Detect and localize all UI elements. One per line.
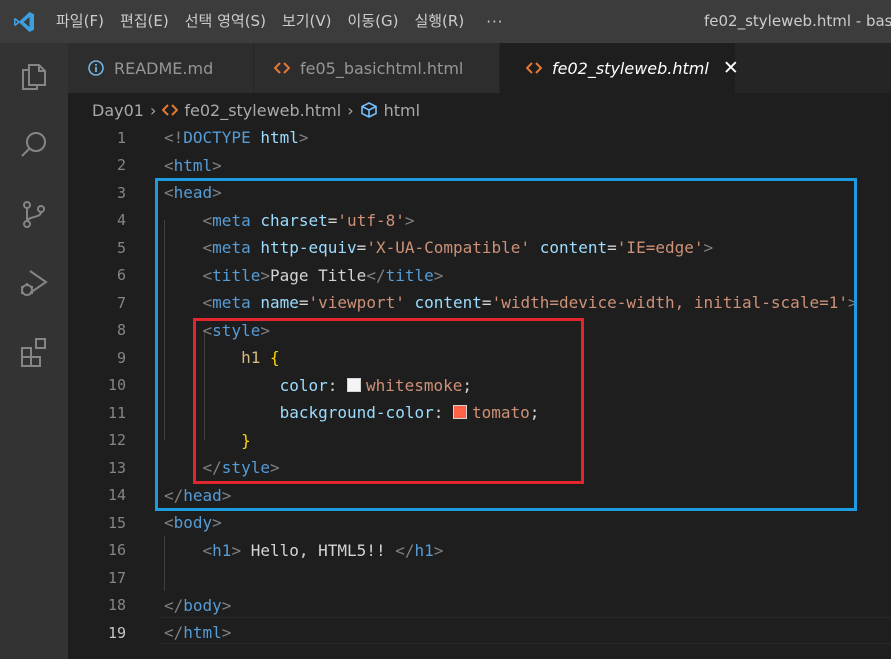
code-token: h1	[212, 540, 232, 560]
code-token: html	[260, 128, 299, 148]
code-token: body	[183, 595, 222, 615]
code-token: >	[433, 540, 444, 560]
code-token: html	[183, 623, 222, 643]
code-line[interactable]: 19 </html>	[68, 619, 891, 647]
line-number: 12	[107, 431, 126, 450]
breadcrumb-symbol[interactable]: html	[384, 101, 420, 120]
code-token: </	[164, 595, 184, 615]
line-number: 2	[116, 156, 126, 175]
code-line[interactable]: 16 <h1> Hello, HTML5!! </h1>	[68, 537, 891, 565]
search-icon[interactable]	[14, 125, 54, 165]
code-token: <	[164, 513, 174, 533]
activity-bar	[0, 43, 68, 659]
menu-item[interactable]: 선택 영역(S)	[177, 0, 274, 43]
code-token: html	[173, 155, 213, 175]
extensions-icon[interactable]	[14, 332, 54, 372]
menu-item[interactable]: 이동(G)	[340, 0, 407, 43]
editor-tabs: README.md fe05_basichtml.html fe02_style…	[68, 43, 891, 93]
code-token: >	[212, 513, 222, 533]
breadcrumb: Day01 › fe02_styleweb.html › html	[92, 96, 420, 124]
menu-item[interactable]: 보기(V)	[274, 0, 340, 43]
window-title: fe02_styleweb.html - bas	[704, 12, 891, 30]
menu-item[interactable]: 파일(F)	[48, 0, 112, 43]
line-number: 9	[116, 348, 126, 367]
code-text: </body>	[164, 596, 231, 615]
code-text: <h1> Hello, HTML5!! </h1>	[164, 540, 444, 560]
menu-item[interactable]: 실행(R)	[406, 0, 472, 43]
tab-label: fe02_styleweb.html	[552, 58, 709, 78]
line-number: 19	[107, 623, 126, 642]
line-number: 11	[107, 403, 126, 422]
line-number: 13	[107, 458, 126, 477]
cube-icon	[360, 101, 378, 119]
vscode-logo-icon[interactable]	[0, 0, 48, 43]
code-token: >	[212, 155, 222, 175]
tab-label: README.md	[114, 58, 214, 78]
run-debug-icon[interactable]	[14, 263, 54, 303]
line-number: 8	[116, 321, 126, 340]
menu-more-button[interactable]: ···	[472, 13, 517, 31]
line-number: 4	[116, 211, 126, 230]
style-highlight-box	[193, 318, 584, 484]
code-token: </	[395, 540, 415, 560]
menu-item[interactable]: 편집(E)	[112, 0, 177, 43]
code-line[interactable]: 2 <html>	[68, 152, 891, 180]
code-line[interactable]: 17	[68, 564, 891, 592]
breadcrumb-file[interactable]: fe02_styleweb.html	[184, 101, 341, 120]
code-token: >	[221, 595, 232, 615]
code-line[interactable]: 1 <!DOCTYPE html>	[68, 124, 891, 152]
code-text: <!DOCTYPE html>	[164, 128, 309, 147]
code-token: body	[173, 513, 213, 533]
code-line[interactable]: 15 <body>	[68, 509, 891, 537]
code-line[interactable]: 18 </body>	[68, 592, 891, 620]
code-token: Hello, HTML5!!	[241, 540, 396, 560]
info-icon	[88, 60, 104, 76]
tab-label: fe05_basichtml.html	[300, 58, 464, 78]
line-number: 14	[107, 486, 126, 505]
line-number: 5	[116, 238, 126, 257]
menu-bar: 파일(F) 편집(E) 선택 영역(S) 보기(V) 이동(G) 실행(R)	[48, 0, 472, 43]
code-token: <!	[164, 128, 184, 148]
line-number: 17	[107, 568, 126, 587]
code-text: <html>	[164, 156, 222, 175]
line-number: 6	[116, 266, 126, 285]
code-token: >	[298, 128, 309, 148]
chevron-right-icon: ›	[149, 100, 157, 120]
title-bar: 파일(F) 편집(E) 선택 영역(S) 보기(V) 이동(G) 실행(R) ··· fe…	[0, 0, 891, 43]
html-icon	[162, 103, 179, 117]
code-token: h1	[414, 540, 434, 560]
code-token: <	[164, 155, 174, 175]
code-token: </	[164, 623, 184, 643]
line-number: 10	[107, 376, 126, 395]
code-text: </html>	[164, 623, 231, 642]
code-token: DOCTYPE	[183, 128, 251, 148]
chevron-right-icon: ›	[347, 100, 354, 120]
html-icon	[274, 61, 290, 75]
explorer-icon[interactable]	[14, 56, 54, 96]
line-number: 18	[107, 596, 126, 615]
line-number: 7	[116, 293, 126, 312]
code-token: >	[221, 623, 232, 643]
tab-fe05-basichtml[interactable]: fe05_basichtml.html	[254, 43, 500, 93]
line-number: 16	[107, 541, 126, 560]
close-icon[interactable]: ✕	[723, 57, 739, 79]
html-icon	[526, 61, 542, 75]
code-text: <body>	[164, 513, 222, 532]
line-number: 15	[107, 513, 126, 532]
tab-fe02-styleweb[interactable]: fe02_styleweb.html ✕	[500, 43, 739, 93]
line-number: 3	[116, 183, 126, 202]
line-number: 1	[116, 128, 126, 147]
code-token: <	[202, 540, 213, 560]
code-token: >	[231, 540, 242, 560]
tab-readme[interactable]: README.md	[68, 43, 254, 93]
breadcrumb-folder[interactable]: Day01	[92, 101, 144, 120]
source-control-icon[interactable]	[14, 194, 54, 234]
